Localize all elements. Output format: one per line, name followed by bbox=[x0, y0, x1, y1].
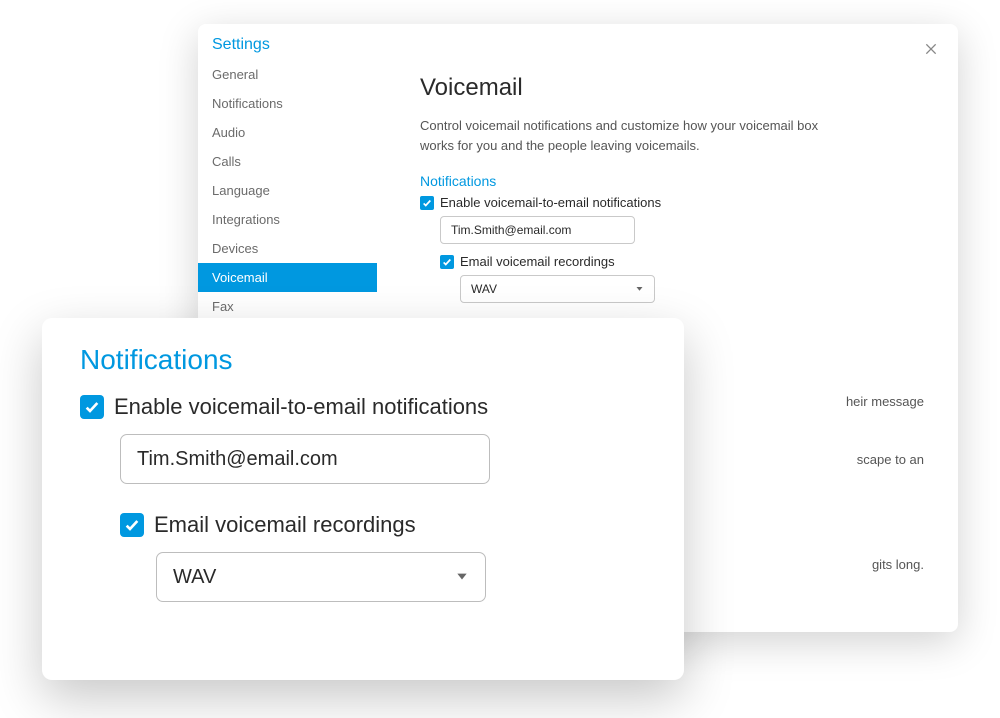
hint-text-3: gits long. bbox=[872, 557, 924, 572]
enable-vm-email-checkbox[interactable] bbox=[420, 196, 434, 210]
zoom-enable-row: Enable voicemail-to-email notifications bbox=[80, 394, 646, 420]
enable-vm-email-row: Enable voicemail-to-email notifications bbox=[420, 195, 924, 210]
zoom-format-select[interactable]: WAV bbox=[156, 552, 486, 602]
hint-text-2: scape to an bbox=[857, 452, 924, 467]
zoom-email-input[interactable] bbox=[120, 434, 490, 484]
email-recordings-row: Email voicemail recordings bbox=[440, 254, 924, 269]
zoom-enable-label: Enable voicemail-to-email notifications bbox=[114, 394, 488, 420]
zoom-recordings-row: Email voicemail recordings bbox=[120, 512, 646, 538]
zoom-recordings-checkbox[interactable] bbox=[120, 513, 144, 537]
sidebar-item-integrations[interactable]: Integrations bbox=[198, 205, 377, 234]
notifications-zoom-card: Notifications Enable voicemail-to-email … bbox=[42, 318, 684, 680]
chevron-down-icon bbox=[635, 282, 644, 296]
close-icon bbox=[923, 41, 939, 57]
section-notifications-header: Notifications bbox=[420, 173, 924, 189]
sidebar-item-audio[interactable]: Audio bbox=[198, 118, 377, 147]
sidebar-item-devices[interactable]: Devices bbox=[198, 234, 377, 263]
check-icon bbox=[84, 399, 100, 415]
vm-email-input[interactable] bbox=[440, 216, 635, 244]
sidebar-header: Settings bbox=[198, 32, 377, 60]
sidebar-item-general[interactable]: General bbox=[198, 60, 377, 89]
sidebar-item-fax[interactable]: Fax bbox=[198, 292, 377, 321]
close-button[interactable] bbox=[918, 36, 944, 62]
sidebar-item-calls[interactable]: Calls bbox=[198, 147, 377, 176]
sidebar-item-voicemail[interactable]: Voicemail bbox=[198, 263, 377, 292]
zoom-recordings-label: Email voicemail recordings bbox=[154, 512, 416, 538]
sidebar-item-language[interactable]: Language bbox=[198, 176, 377, 205]
page-title: Voicemail bbox=[420, 74, 924, 102]
hint-text-1: heir message bbox=[846, 394, 924, 409]
check-icon bbox=[442, 257, 452, 267]
recording-format-select[interactable]: WAV bbox=[460, 275, 655, 303]
chevron-down-icon bbox=[455, 566, 469, 589]
email-recordings-label: Email voicemail recordings bbox=[460, 254, 615, 269]
email-recordings-checkbox[interactable] bbox=[440, 255, 454, 269]
zoom-format-value: WAV bbox=[173, 566, 216, 589]
recording-format-value: WAV bbox=[471, 282, 497, 296]
check-icon bbox=[422, 198, 432, 208]
check-icon bbox=[124, 517, 140, 533]
enable-vm-email-label: Enable voicemail-to-email notifications bbox=[440, 195, 661, 210]
zoom-enable-checkbox[interactable] bbox=[80, 395, 104, 419]
sidebar-item-notifications[interactable]: Notifications bbox=[198, 89, 377, 118]
page-description: Control voicemail notifications and cust… bbox=[420, 116, 850, 155]
zoom-heading: Notifications bbox=[80, 344, 646, 376]
